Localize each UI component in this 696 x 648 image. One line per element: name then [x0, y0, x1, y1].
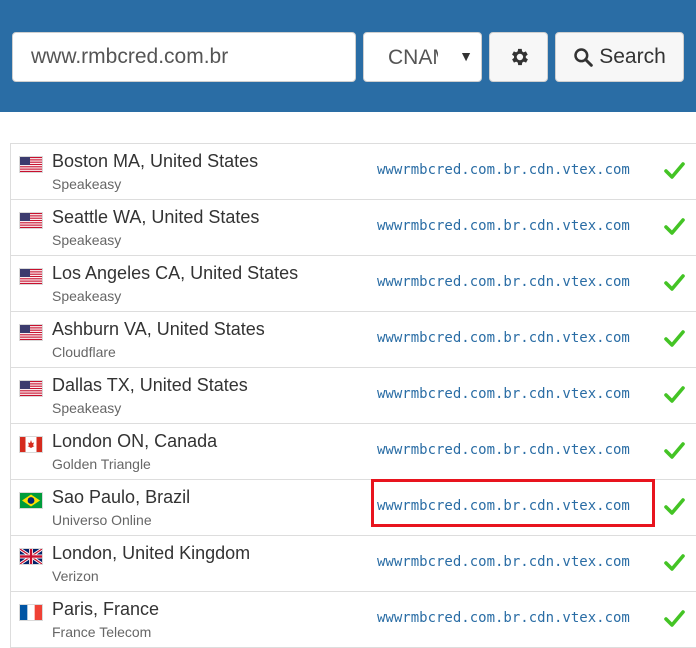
location-label: Los Angeles CA, United States [52, 263, 299, 283]
cname-value: wwwrmbcred.com.br.cdn.vtex.com [377, 274, 630, 290]
cname-value: wwwrmbcred.com.br.cdn.vtex.com [377, 610, 630, 626]
provider-label: Speakeasy [52, 288, 122, 304]
magnifier-icon [574, 48, 594, 67]
cname-value: wwwrmbcred.com.br.cdn.vtex.com [377, 498, 630, 514]
search-button[interactable]: Search [555, 32, 684, 82]
check-icon [663, 607, 685, 629]
flag-us-icon [20, 213, 42, 228]
result-row: Dallas TX, United States Speakeasy wwwrmbc… [11, 368, 696, 424]
result-row: London, United Kingdom Verizon wwwrmbcred.… [11, 536, 696, 592]
location-label: Dallas TX, United States [52, 375, 248, 395]
cname-value: wwwrmbcred.com.br.cdn.vtex.com [377, 442, 630, 458]
cname-value: wwwrmbcred.com.br.cdn.vtex.com [377, 162, 630, 178]
check-icon [663, 159, 685, 181]
result-row: Boston MA, United States Speakeasy wwwrmbc… [11, 144, 696, 200]
cname-value: wwwrmbcred.com.br.cdn.vtex.com [377, 386, 630, 402]
provider-label: France Telecom [52, 624, 152, 640]
location-label: Boston MA, United States [52, 151, 259, 171]
provider-label: Speakeasy [52, 232, 122, 248]
location-label: Sao Paulo, Brazil [52, 487, 191, 507]
provider-label: Cloudflare [52, 344, 116, 360]
caret-down-icon: ▼ [459, 48, 473, 64]
cname-value: wwwrmbcred.com.br.cdn.vtex.com [377, 554, 630, 570]
provider-label: Golden Triangle [52, 456, 151, 472]
record-type-value: CNAME [388, 46, 438, 69]
cname-value: wwwrmbcred.com.br.cdn.vtex.com [377, 330, 630, 346]
search-button-label: Search [599, 45, 666, 68]
search-header: CNAME ▼ Search [0, 0, 696, 112]
result-row: London ON, Canada Golden Triangle wwwrmbcr… [11, 424, 696, 480]
provider-label: Universo Online [52, 512, 152, 528]
location-label: Seattle WA, United States [52, 207, 260, 227]
check-icon [663, 551, 685, 573]
check-icon [663, 271, 685, 293]
result-row: Los Angeles CA, United States Speakeasy ww… [11, 256, 696, 312]
flag-ca-icon [20, 437, 42, 452]
flag-us-icon [20, 269, 42, 284]
domain-input[interactable] [12, 32, 356, 82]
check-icon [663, 215, 685, 237]
flag-us-icon [20, 157, 42, 172]
flag-fr-icon [20, 605, 42, 620]
provider-label: Verizon [52, 568, 99, 584]
location-label: London ON, Canada [52, 431, 218, 451]
check-icon [663, 439, 685, 461]
location-label: London, United Kingdom [52, 543, 251, 563]
check-icon [663, 495, 685, 517]
provider-label: Speakeasy [52, 176, 122, 192]
result-row: Ashburn VA, United States Cloudflare wwwrm… [11, 312, 696, 368]
flag-us-icon [20, 381, 42, 396]
location-label: Paris, France [52, 599, 160, 619]
result-row: Paris, France France Telecom wwwrmbcred.co… [11, 592, 696, 648]
result-row: Sao Paulo, Brazil Universo Online wwwrmbcr… [11, 480, 696, 536]
check-icon [663, 383, 685, 405]
settings-button[interactable] [489, 32, 548, 82]
gear-icon [511, 48, 528, 66]
flag-br-icon [20, 493, 42, 508]
flag-gb-icon [19, 547, 43, 566]
provider-label: Speakeasy [52, 400, 122, 416]
results-table: Boston MA, United States Speakeasy wwwrmbc… [10, 143, 696, 648]
cname-value: wwwrmbcred.com.br.cdn.vtex.com [377, 218, 630, 234]
check-icon [663, 327, 685, 349]
flag-us-icon [20, 325, 42, 340]
location-label: Ashburn VA, United States [52, 319, 265, 339]
result-row: Seattle WA, United States Speakeasy wwwrmb… [11, 200, 696, 256]
record-type-select[interactable]: CNAME ▼ [363, 32, 482, 82]
